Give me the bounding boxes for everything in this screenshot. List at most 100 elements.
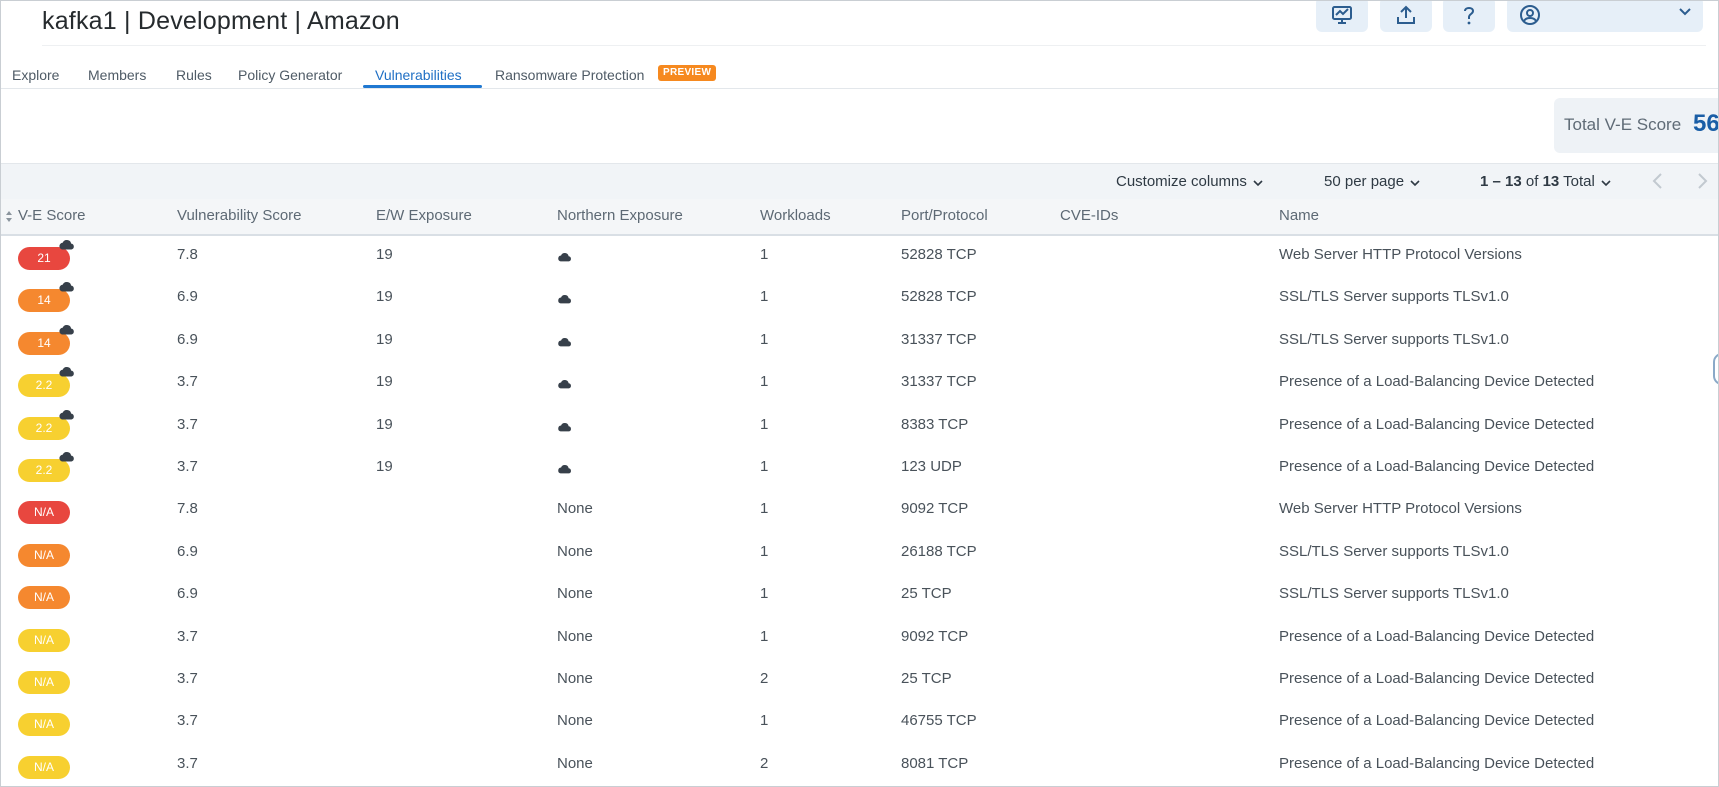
- monitor-chart-button[interactable]: [1316, 1, 1368, 32]
- table-row[interactable]: N/A 6.9 None 1 25 TCP SSL/TLS Server sup…: [1, 573, 1718, 615]
- user-menu-button[interactable]: [1507, 1, 1703, 32]
- workloads-cell: 1: [760, 246, 769, 263]
- workloads-cell: 1: [760, 585, 769, 603]
- table-row[interactable]: 2.2 3.7 19 1 8383 TCP Presence of a Load…: [1, 404, 1718, 446]
- header-divider: [42, 45, 1706, 46]
- column-header-ew-exposure[interactable]: E/W Exposure: [376, 207, 472, 224]
- table-row[interactable]: 14 6.9 19 1 31337 TCP SSL/TLS Server sup…: [1, 319, 1718, 361]
- northern-exposure-cell: None: [557, 627, 593, 645]
- vulnerability-score-cell: 3.7: [177, 754, 198, 772]
- range-suffix: Total: [1563, 173, 1595, 190]
- pagination-range[interactable]: 1 – 13 of 13 Total: [1480, 173, 1611, 191]
- customize-columns-button[interactable]: Customize columns: [1116, 173, 1263, 191]
- upload-icon: [1395, 4, 1417, 26]
- total-score-value: 56: [1693, 110, 1719, 137]
- vulnerability-score-cell: 6.9: [177, 330, 198, 348]
- table-row[interactable]: N/A 3.7 None 2 25 TCP Presence of a Load…: [1, 658, 1718, 700]
- column-header-cve-ids[interactable]: CVE-IDs: [1060, 207, 1118, 224]
- ew-exposure-cell: 19: [376, 373, 393, 391]
- workloads-cell: 1: [760, 415, 769, 433]
- name-cell: SSL/TLS Server supports TLSv1.0: [1279, 288, 1509, 306]
- cloud-icon: [557, 334, 572, 352]
- monitor-chart-icon: [1331, 4, 1353, 26]
- ve-score-badge: N/A: [18, 755, 70, 779]
- table-header: V-E Score Vulnerability Score E/W Exposu…: [1, 199, 1718, 236]
- column-header-ve-score[interactable]: V-E Score: [18, 207, 86, 224]
- port-protocol-cell: 25 TCP: [901, 670, 952, 687]
- workloads-cell: 1: [760, 288, 769, 306]
- ve-score-badge: N/A: [18, 586, 70, 610]
- per-page-select[interactable]: 50 per page: [1324, 173, 1420, 191]
- help-button[interactable]: [1443, 1, 1495, 32]
- name-cell: SSL/TLS Server supports TLSv1.0: [1279, 542, 1509, 560]
- ve-score-badge: N/A: [18, 543, 70, 567]
- vulnerability-score-cell: 6.9: [177, 585, 198, 603]
- next-page-button[interactable]: [1697, 170, 1709, 196]
- cloud-icon: [557, 376, 572, 394]
- user-icon: [1519, 4, 1541, 26]
- workloads-cell: 1: [760, 373, 769, 391]
- table-row[interactable]: N/A 6.9 None 1 26188 TCP SSL/TLS Server …: [1, 531, 1718, 573]
- port-protocol-cell: 9092 TCP: [901, 627, 969, 645]
- workloads-cell: 1: [760, 712, 769, 730]
- tab-policy-generator[interactable]: Policy Generator: [238, 63, 342, 89]
- per-page-label: 50 per page: [1324, 173, 1405, 190]
- column-header-name[interactable]: Name: [1279, 207, 1319, 224]
- ve-score-badge: N/A: [18, 713, 70, 737]
- chevron-down-icon: [1679, 8, 1691, 16]
- export-button[interactable]: [1380, 1, 1432, 32]
- tab-rules[interactable]: Rules: [176, 63, 212, 89]
- vulnerability-score-cell: 3.7: [177, 712, 198, 730]
- previous-page-button[interactable]: [1651, 170, 1663, 196]
- table-row[interactable]: 2.2 3.7 19 1 123 UDP Presence of a Load-…: [1, 446, 1718, 488]
- vulnerability-score-cell: 7.8: [177, 246, 198, 263]
- name-cell: Web Server HTTP Protocol Versions: [1279, 500, 1522, 518]
- workloads-cell: 1: [760, 627, 769, 645]
- tab-ransomware-protection[interactable]: Ransomware Protection: [495, 63, 644, 89]
- table-row[interactable]: 21 7.8 19 1 52828 TCP Web Server HTTP Pr…: [1, 234, 1718, 276]
- tab-explore[interactable]: Explore: [12, 63, 59, 89]
- help-icon: [1460, 4, 1478, 26]
- table-row[interactable]: N/A 3.7 None 2 8081 TCP Presence of a Lo…: [1, 743, 1718, 785]
- tab-members[interactable]: Members: [88, 63, 146, 89]
- ve-score-badge: N/A: [18, 628, 70, 652]
- cloud-icon: [58, 322, 75, 340]
- table-row[interactable]: N/A 3.7 None 1 46755 TCP Presence of a L…: [1, 700, 1718, 742]
- table-row[interactable]: 2.2 3.7 19 1 31337 TCP Presence of a Loa…: [1, 361, 1718, 403]
- column-header-northern-exposure[interactable]: Northern Exposure: [557, 207, 683, 224]
- name-cell: SSL/TLS Server supports TLSv1.0: [1279, 330, 1509, 348]
- tab-bar: Explore Members Rules Policy Generator V…: [1, 63, 1718, 89]
- side-panel-handle[interactable]: [1713, 353, 1718, 385]
- workloads-cell: 1: [760, 330, 769, 348]
- cloud-icon: [58, 449, 75, 467]
- range-prefix: 1 – 13: [1480, 173, 1522, 190]
- northern-exposure-cell: None: [557, 500, 593, 518]
- name-cell: Presence of a Load-Balancing Device Dete…: [1279, 373, 1595, 391]
- app-window: kafka1 | Development | Amazon Explore Me…: [0, 0, 1719, 787]
- column-header-port-protocol[interactable]: Port/Protocol: [901, 207, 988, 224]
- workloads-cell: 1: [760, 542, 769, 560]
- name-cell: Presence of a Load-Balancing Device Dete…: [1279, 670, 1595, 687]
- range-of: of: [1525, 173, 1539, 190]
- port-protocol-cell: 52828 TCP: [901, 246, 977, 263]
- sort-icon[interactable]: [5, 210, 13, 228]
- cloud-icon: [58, 364, 75, 382]
- northern-exposure-cell: None: [557, 754, 593, 772]
- column-header-vulnerability-score[interactable]: Vulnerability Score: [177, 207, 302, 224]
- vulnerability-score-cell: 6.9: [177, 542, 198, 560]
- vulnerability-score-cell: 3.7: [177, 415, 198, 433]
- port-protocol-cell: 25 TCP: [901, 585, 952, 603]
- ew-exposure-cell: 19: [376, 246, 393, 263]
- cloud-icon: [58, 237, 75, 255]
- name-cell: SSL/TLS Server supports TLSv1.0: [1279, 585, 1509, 603]
- port-protocol-cell: 26188 TCP: [901, 542, 977, 560]
- table-row[interactable]: N/A 3.7 None 1 9092 TCP Presence of a Lo…: [1, 616, 1718, 658]
- column-header-workloads[interactable]: Workloads: [760, 207, 831, 224]
- workloads-cell: 2: [760, 670, 769, 687]
- chevron-down-icon: [1601, 174, 1611, 191]
- cloud-icon: [557, 419, 572, 437]
- table-row[interactable]: 14 6.9 19 1 52828 TCP SSL/TLS Server sup…: [1, 276, 1718, 318]
- total-score-card: Total V-E Score 56: [1554, 98, 1719, 153]
- table-row[interactable]: N/A 7.8 None 1 9092 TCP Web Server HTTP …: [1, 488, 1718, 530]
- name-cell: Web Server HTTP Protocol Versions: [1279, 246, 1522, 263]
